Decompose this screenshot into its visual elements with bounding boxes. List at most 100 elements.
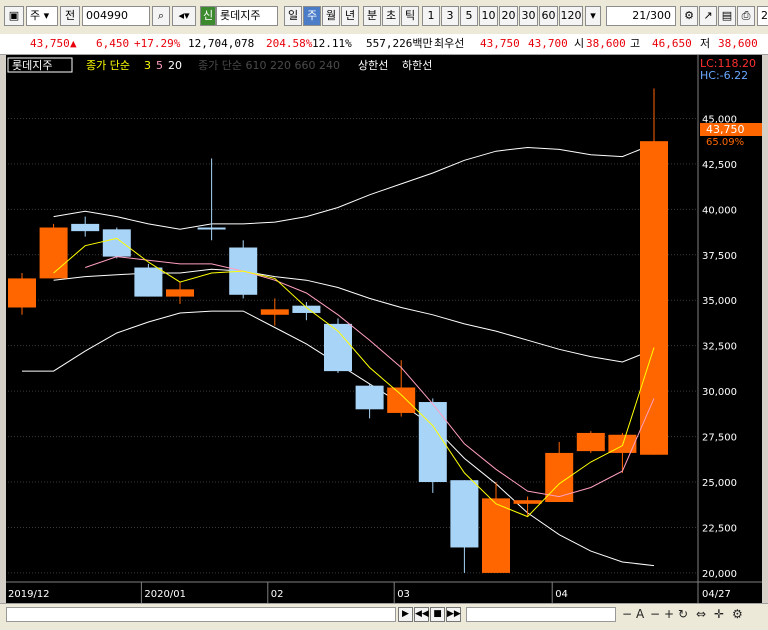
open-label: 시 [574, 37, 585, 50]
interval-3[interactable]: 3 [441, 6, 459, 26]
right-info: LC:118.20 HC:-6.22 43,750 65.09% [700, 57, 762, 148]
x-tick-label: 03 [397, 589, 410, 600]
stop-icon[interactable]: ■ [430, 607, 445, 622]
stock-name[interactable]: 롯데지주 [216, 6, 278, 26]
legend-upper: 상한선 [358, 59, 388, 72]
legend-lower: 하한선 [402, 58, 432, 72]
x-tick-label: 2019/12 [8, 589, 50, 600]
zoom-minus-icon[interactable]: − [622, 606, 632, 622]
candle-down [197, 227, 226, 230]
period-tick[interactable]: 틱 [401, 6, 419, 26]
chart-settings-icon[interactable]: ⚙ [680, 6, 698, 26]
period-second[interactable]: 초 [382, 6, 400, 26]
current-price: 43,750 [30, 37, 70, 50]
interval-30[interactable]: 30 [519, 6, 538, 26]
type-button[interactable]: 전 [60, 6, 80, 26]
text-size-icon[interactable]: A [636, 606, 644, 622]
fit-icon[interactable]: ⇔ [696, 606, 706, 622]
interval-60[interactable]: 60 [539, 6, 558, 26]
legend-ma20: 20 [168, 59, 182, 72]
toolbar: ▣ 주 ▾ 전 004990 ⌕ ◂▾ 신 롯데지주 일 주 월 년 분 초 틱… [0, 0, 768, 35]
chart-type-icon[interactable]: ↗ [699, 6, 717, 26]
grid [8, 117, 698, 574]
candle-down [418, 402, 447, 483]
y-tick-label: 20,000 [702, 569, 737, 580]
crosshair-icon[interactable]: ✛ [714, 606, 724, 622]
candle-up [8, 278, 36, 308]
count-total: /300 [646, 9, 671, 22]
period-minute[interactable]: 분 [363, 6, 381, 26]
save-icon[interactable]: ▤ [718, 6, 736, 26]
legend: 롯데지주 종가 단순 3 5 20 종가 단순 610 220 660 240 … [7, 57, 432, 73]
volume: 12,704,078 [188, 37, 255, 50]
turnover-percent: 12.11% [312, 37, 352, 50]
next-icon[interactable]: ▶ [398, 607, 413, 622]
price-change: 6,450 [96, 37, 130, 50]
reset-icon[interactable]: ↻ [678, 606, 688, 622]
interval-20[interactable]: 20 [499, 6, 518, 26]
open-price: 38,600 [586, 37, 626, 50]
y-tick-label: 22,500 [702, 523, 737, 534]
candle-up [387, 387, 416, 413]
candle-up [640, 141, 668, 455]
history-scrollbar[interactable] [6, 607, 396, 622]
market-select[interactable]: 주 ▾ [26, 6, 58, 26]
interval-1[interactable]: 1 [422, 6, 440, 26]
config-icon[interactable]: ⚙ [732, 606, 743, 622]
interval-10[interactable]: 10 [479, 6, 498, 26]
candle-up [39, 227, 68, 279]
period-week[interactable]: 주 [303, 6, 321, 26]
change-arrow: ▲ [70, 37, 77, 50]
code-value: 004990 [86, 9, 128, 22]
y-tick-label: 42,500 [702, 160, 737, 171]
period-month[interactable]: 월 [322, 6, 340, 26]
interval-5[interactable]: 5 [460, 6, 478, 26]
rewind-icon[interactable]: ◀◀ [414, 607, 429, 622]
code-input[interactable]: 004990 [82, 6, 150, 26]
period-year[interactable]: 년 [341, 6, 359, 26]
hc-value: HC:-6.22 [700, 69, 748, 82]
window-menu-icon[interactable]: ▣ [4, 6, 24, 26]
interval-dropdown-icon[interactable]: ▾ [585, 6, 601, 26]
search-icon[interactable]: ⌕ [152, 6, 170, 26]
zoom-slider[interactable] [466, 607, 616, 622]
legend-ma-label: 종가 단순 [86, 59, 130, 72]
y-tick-label: 35,000 [702, 296, 737, 307]
trade-amount: 557,226백만 [366, 37, 433, 50]
best-ask: 43,750 [480, 37, 520, 50]
y-tick-label: 40,000 [702, 205, 737, 216]
candlestick-chart[interactable]: 20,000 22,500 25,000 27,500 30,000 32,500 35,0… [6, 55, 762, 603]
low-label: 저 [700, 37, 711, 50]
y-tick-label: 37,500 [702, 251, 737, 262]
candle-down [355, 385, 384, 410]
y-tick-label: 27,500 [702, 433, 737, 444]
zoom-out-icon[interactable]: − [650, 606, 660, 622]
legend-ma5: 5 [156, 59, 163, 72]
print-icon[interactable]: ⎙ [737, 6, 755, 26]
count-display[interactable]: 21/300 [606, 6, 676, 26]
interval-120[interactable]: 120 [559, 6, 583, 26]
candle-down [292, 305, 321, 313]
legend-ma3: 3 [144, 59, 151, 72]
legend-name[interactable]: 롯데지주 [12, 59, 52, 72]
candle-up [166, 289, 194, 297]
right-number[interactable]: 20 [757, 6, 768, 26]
candle-up [513, 500, 542, 504]
fast-forward-icon[interactable]: ▶▶ [446, 607, 461, 622]
x-tick-label: 2020/01 [144, 589, 186, 600]
chart-area[interactable]: 20,000 22,500 25,000 27,500 30,000 32,500 35,0… [6, 55, 762, 603]
current-price-tag: 43,750 [706, 123, 745, 136]
sound-icon[interactable]: ◂▾ [172, 6, 196, 26]
candle-up [576, 432, 605, 452]
candle-down [71, 223, 100, 232]
best-bid: 43,700 [528, 37, 568, 50]
low-price: 38,600 [718, 37, 758, 50]
x-axis: 2019/12 2020/01 02 03 04 04/27 [6, 581, 762, 603]
x-tick-label: 04 [555, 589, 568, 600]
candle-down [102, 229, 131, 257]
toolbar-row: ▣ 주 ▾ 전 004990 ⌕ ◂▾ 신 롯데지주 일 주 월 년 분 초 틱… [0, 6, 768, 28]
period-day[interactable]: 일 [284, 6, 302, 26]
y-tick-label: 25,000 [702, 478, 737, 489]
zoom-in-icon[interactable]: + [664, 606, 674, 622]
x-tick-label: 04/27 [702, 589, 731, 600]
